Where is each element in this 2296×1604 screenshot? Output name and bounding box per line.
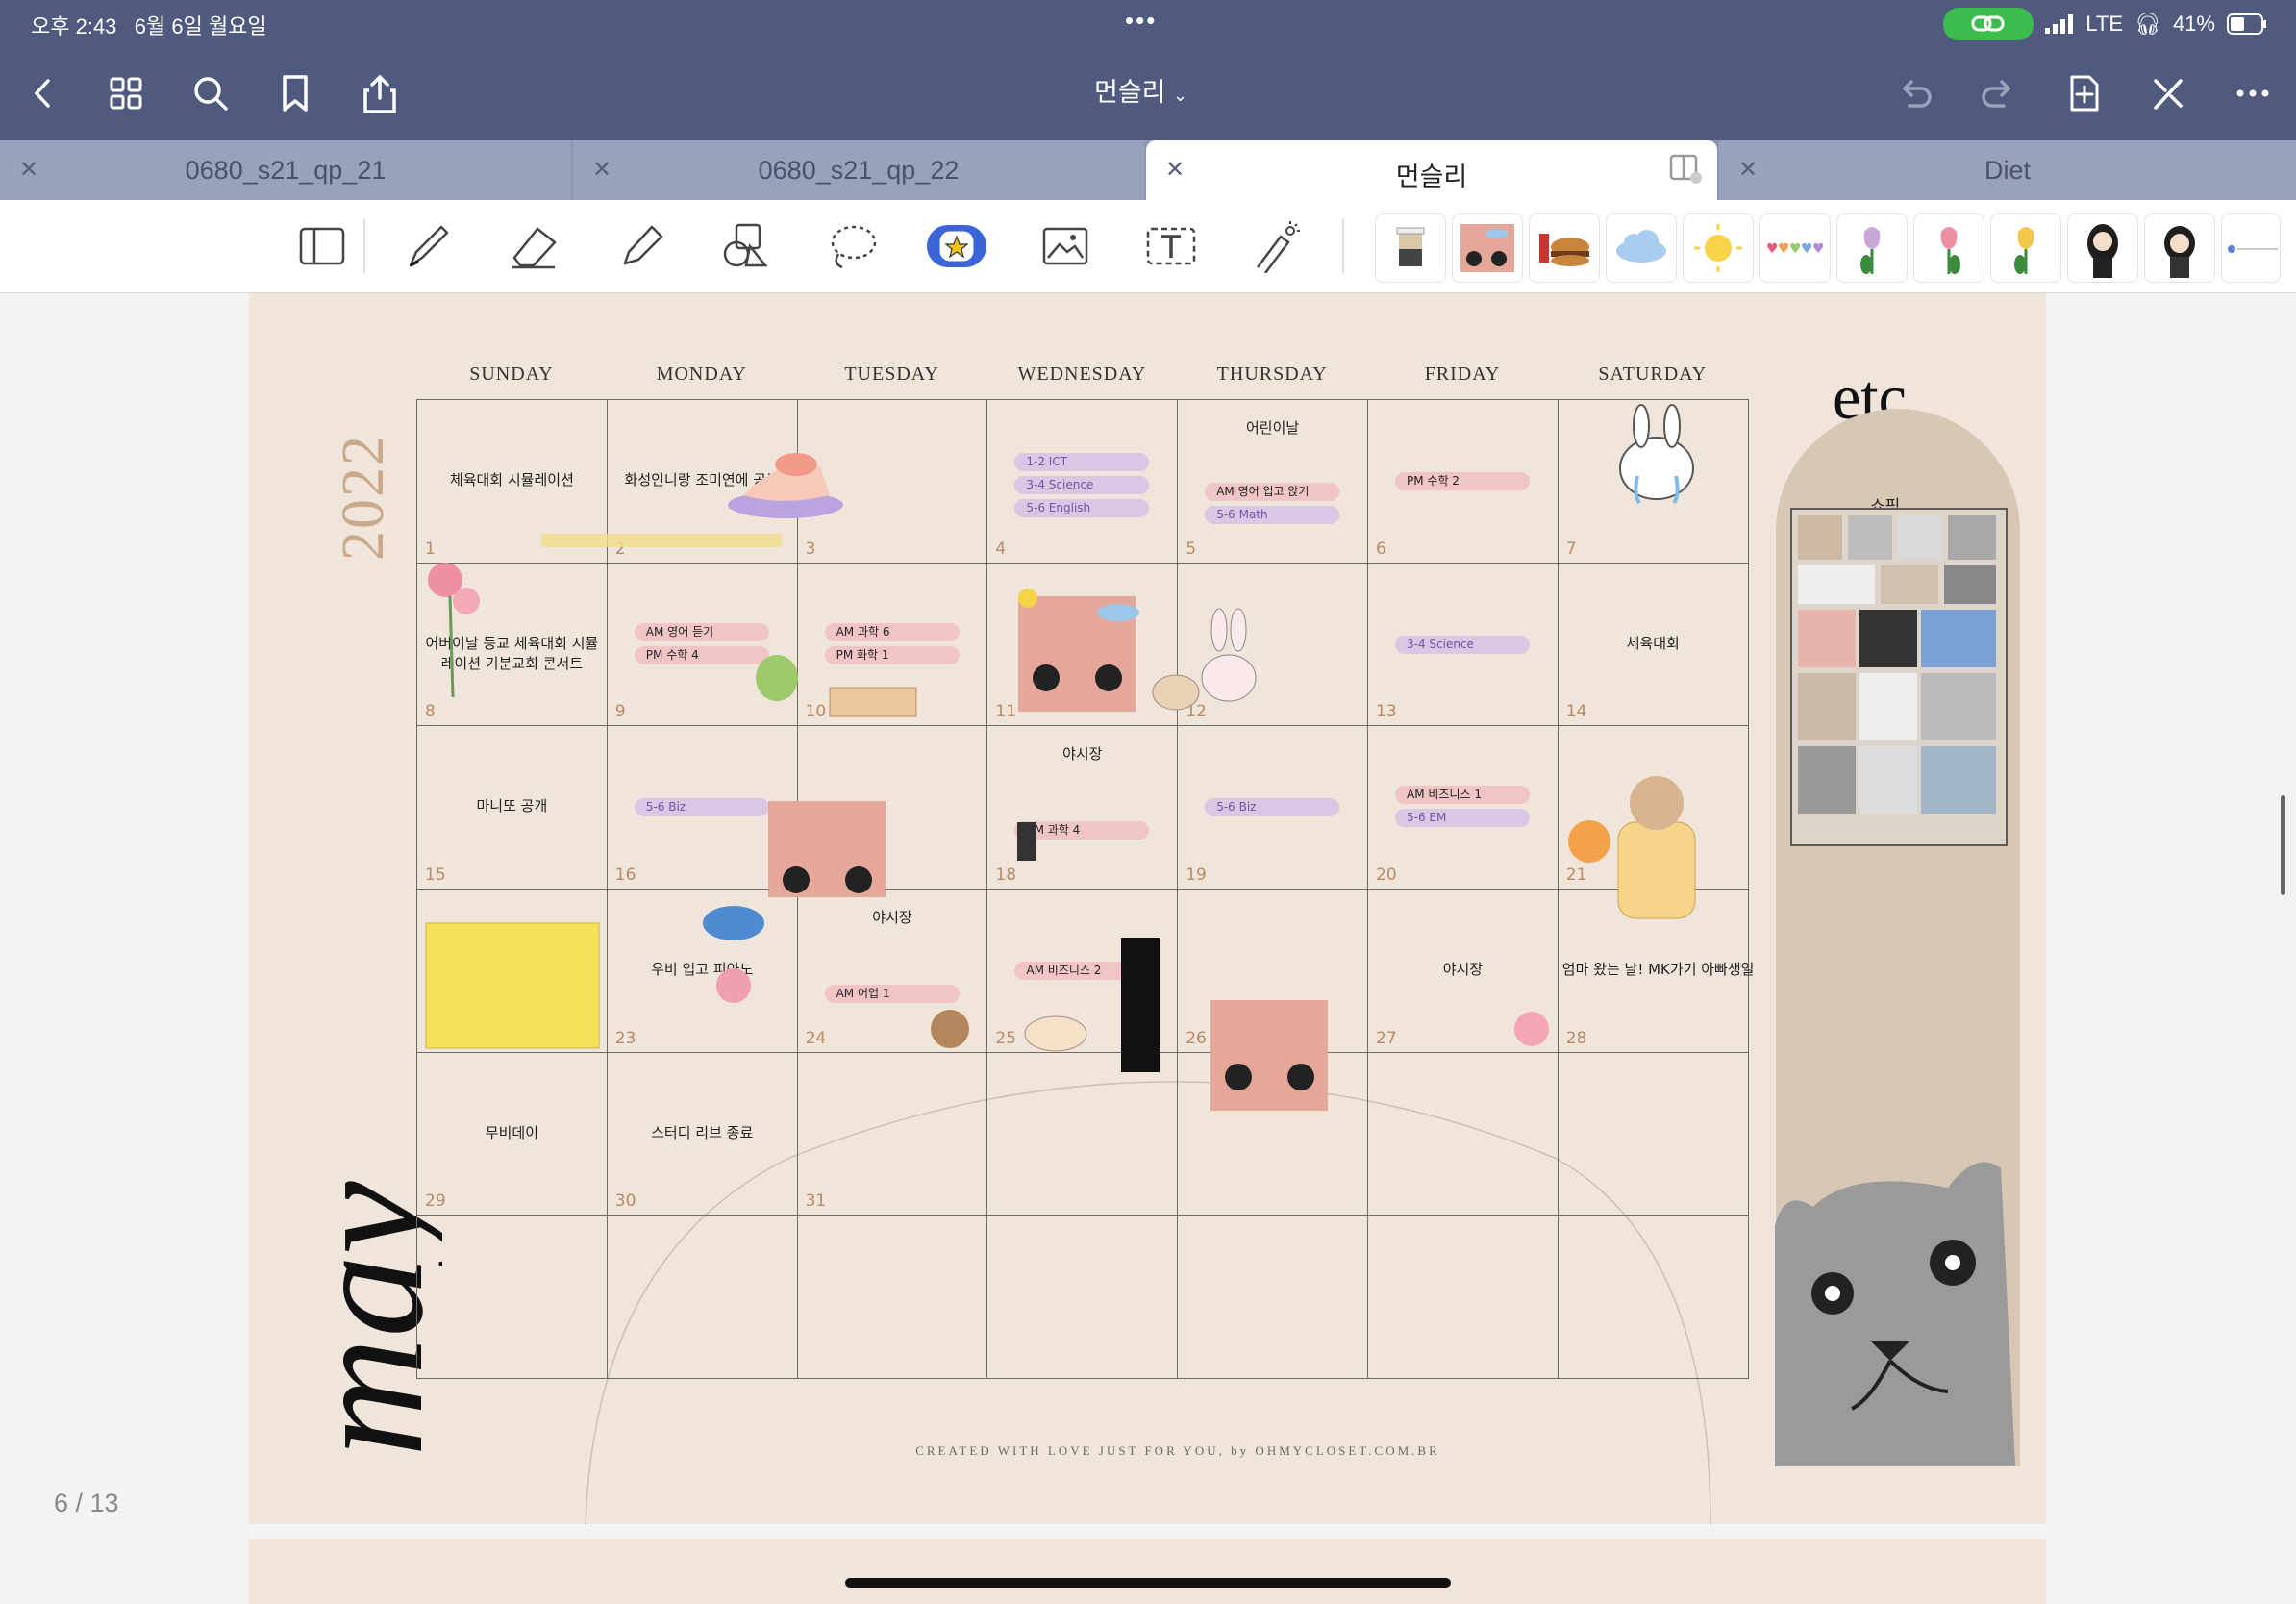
- share-icon[interactable]: [358, 71, 402, 115]
- footer-credit: CREATED WITH LOVE JUST FOR YOU, by OHMYC…: [915, 1443, 1440, 1458]
- photo-card-sticker: [1210, 1000, 1328, 1111]
- dog-sticker: [1152, 674, 1200, 711]
- status-date: 6월 6일 월요일: [134, 14, 267, 38]
- cloud-sticker[interactable]: [1606, 213, 1677, 283]
- weekday-friday: FRIDAY: [1424, 363, 1501, 385]
- tulip-purple-sticker[interactable]: [1836, 213, 1908, 283]
- battery-icon: [2227, 13, 2266, 35]
- puppy-sticker: [1024, 1015, 1087, 1052]
- coffee-sticker: [1017, 822, 1036, 861]
- undo-icon[interactable]: [1892, 71, 1936, 115]
- more-sticker[interactable]: [2221, 213, 2281, 283]
- link-icon: [1943, 8, 2034, 40]
- shopping-collage[interactable]: [1790, 508, 2008, 846]
- svg-text:♥: ♥: [1801, 241, 1813, 257]
- hearts-sticker[interactable]: ♥ ♥ ♥ ♥ ♥: [1759, 213, 1831, 283]
- home-indicator[interactable]: [845, 1578, 1451, 1588]
- toolbar-divider: [1342, 219, 1344, 273]
- pen-icon[interactable]: [399, 219, 457, 273]
- burger-sticker[interactable]: [1529, 213, 1600, 283]
- navigation-bar: 먼슬리 ⌄: [0, 44, 2296, 140]
- grid-view-icon[interactable]: [104, 71, 148, 115]
- add-page-icon[interactable]: [2062, 71, 2107, 115]
- more-icon[interactable]: [2231, 71, 2275, 115]
- tab-0680-s21-qp-22[interactable]: ✕ 0680_s21_qp_22: [573, 140, 1144, 200]
- year-text: 2022: [331, 434, 396, 561]
- weekday-wednesday: WEDNESDAY: [1017, 363, 1147, 385]
- tab-monthly[interactable]: ✕ 먼슬리: [1146, 140, 1717, 200]
- svg-text:♥: ♥: [1778, 241, 1790, 257]
- eraser-icon[interactable]: [505, 219, 562, 273]
- multitask-dots-icon[interactable]: •••: [1125, 6, 1157, 36]
- collage-images: [1798, 515, 1996, 814]
- carnation-sticker: [428, 563, 480, 698]
- coffee-sticker[interactable]: [1375, 213, 1446, 283]
- highlighter-icon[interactable]: [611, 219, 669, 273]
- battery-label: 41%: [2172, 12, 2215, 36]
- toolbar: ♥ ♥ ♥ ♥ ♥: [0, 200, 2296, 293]
- signal-icon: [2045, 14, 2074, 34]
- tab-bar: ✕ 0680_s21_qp_21 ✕ 0680_s21_qp_22 ✕ 먼슬리 …: [0, 140, 2296, 200]
- weekday-saturday: SATURDAY: [1598, 363, 1708, 385]
- crying-bunny-sticker: [1619, 404, 1694, 505]
- cat-sticker: [1775, 1162, 2015, 1466]
- scrollbar[interactable]: [2281, 795, 2285, 895]
- tulip-pink-sticker[interactable]: [1913, 213, 1984, 283]
- network-label: LTE: [2085, 12, 2124, 36]
- svg-text:♥: ♥: [1789, 241, 1802, 257]
- toolbar-divider: [363, 219, 365, 273]
- search-icon[interactable]: [188, 71, 233, 115]
- headphones-icon: 🎧︎: [2134, 12, 2161, 36]
- cake-sticker: [728, 453, 843, 518]
- split-view-icon[interactable]: [1669, 154, 1704, 185]
- bunny-sticker: [1201, 654, 1257, 702]
- weekday-monday: MONDAY: [656, 363, 747, 385]
- weekday-sunday: SUNDAY: [469, 363, 554, 385]
- tiger-sticker: [1568, 820, 1610, 863]
- sticker-icon: [939, 231, 974, 262]
- sticker-tool-button[interactable]: [927, 225, 986, 267]
- text-icon[interactable]: [1142, 219, 1200, 273]
- redo-icon[interactable]: [1977, 71, 2021, 115]
- tulip-yellow-sticker[interactable]: [1990, 213, 2061, 283]
- flower-sticker: [1514, 1012, 1549, 1046]
- girl-sticker-1[interactable]: [2067, 213, 2138, 283]
- lasso-icon[interactable]: [823, 219, 881, 273]
- shapes-icon[interactable]: [717, 219, 775, 273]
- cyclist-sticker: [716, 968, 751, 1003]
- next-page[interactable]: [249, 1539, 2046, 1604]
- svg-text:♥: ♥: [1766, 241, 1779, 257]
- image-icon[interactable]: [1036, 219, 1094, 273]
- sticker-layer: [425, 404, 1696, 1111]
- bookmark-icon[interactable]: [273, 71, 317, 115]
- tab-diet[interactable]: ✕ Diet: [1719, 140, 2296, 200]
- laser-icon[interactable]: [1248, 219, 1306, 273]
- bear-sticker: [1617, 821, 1696, 919]
- sun-sticker[interactable]: [1683, 213, 1754, 283]
- svg-text:♥: ♥: [1812, 241, 1825, 257]
- rain-cloud-sticker: [703, 906, 764, 940]
- chevron-down-icon: ⌄: [1173, 86, 1188, 105]
- photo-sticker[interactable]: [1452, 213, 1523, 283]
- girl-sticker-2[interactable]: [2144, 213, 2215, 283]
- status-time: 오후 2:43: [31, 14, 117, 38]
- highlight-stroke: [541, 534, 782, 547]
- weekday-thursday: THURSDAY: [1216, 363, 1328, 385]
- back-icon[interactable]: [21, 71, 65, 115]
- teddy-bear-sticker: [931, 1010, 969, 1048]
- weekday-tuesday: TUESDAY: [844, 363, 939, 385]
- sidebar-icon[interactable]: [293, 219, 351, 273]
- tab-0680-s21-qp-21[interactable]: ✕ 0680_s21_qp_21: [0, 140, 571, 200]
- page-indicator: 6 / 13: [54, 1489, 119, 1517]
- year-label: 2022: [331, 434, 396, 561]
- dress-sticker: [1121, 938, 1160, 1072]
- letter-sticker: [425, 922, 600, 1049]
- document-title[interactable]: 먼슬리 ⌄: [1094, 71, 1187, 109]
- fence-sticker: [829, 687, 917, 717]
- status-bar: 오후 2:43 6월 6일 월요일 ••• LTE 🎧︎ 41%: [0, 0, 2296, 44]
- edit-tools-icon[interactable]: [2146, 71, 2190, 115]
- tree-sticker: [756, 655, 798, 701]
